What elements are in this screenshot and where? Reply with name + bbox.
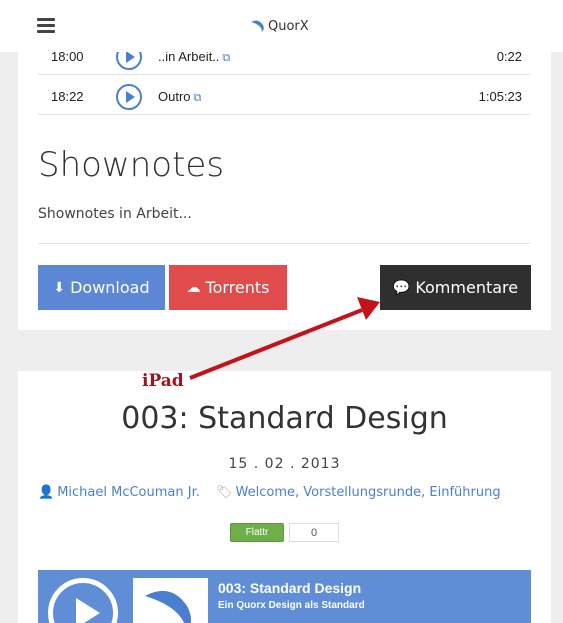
chapter-duration: 1:05:23 (478, 89, 522, 104)
player-title: 003: Standard Design (218, 580, 362, 596)
audio-player: 003: Standard Design Ein Quorx Design al… (38, 570, 531, 623)
user-icon: 👤 (38, 485, 55, 500)
chapter-title[interactable]: Outro ⧉ (158, 89, 201, 105)
torrents-button[interactable]: ☁ Torrents (169, 265, 287, 310)
episode-meta: 👤 Michael McCouman Jr. 🏷 Welcome, Vorstell… (38, 485, 501, 500)
shownotes-text: Shownotes in Arbeit... (38, 206, 192, 222)
play-icon[interactable] (48, 578, 118, 623)
tags-links[interactable]: Welcome, Vorstellungsrunde, Einführung (236, 485, 501, 500)
quorx-logo-icon (145, 590, 191, 623)
player-subtitle: Ein Quorx Design als Standard (218, 600, 365, 611)
flattr-count: 0 (289, 523, 339, 542)
brand-logo[interactable]: QuorX (250, 15, 309, 37)
flattr-widget: Flattr 0 (230, 523, 339, 542)
download-icon: ⬇ (53, 279, 66, 296)
brand-name: QuorX (268, 18, 309, 34)
episode-cover (133, 578, 208, 623)
download-button[interactable]: ⬇ Download (38, 265, 165, 310)
annotation-label: iPad (142, 371, 184, 391)
episode-title[interactable]: 003: Standard Design (18, 401, 551, 436)
play-chapter-icon[interactable] (116, 84, 142, 110)
divider (38, 243, 531, 244)
flattr-button[interactable]: Flattr (230, 523, 284, 542)
shownotes-heading: Shownotes (38, 145, 225, 185)
hamburger-icon[interactable] (37, 18, 55, 33)
top-navbar: QuorX (0, 0, 563, 52)
episode-card: 003: Standard Design 15 . 02 . 2013 👤 Mic… (18, 371, 551, 623)
comment-icon: 💬 (392, 279, 411, 296)
author-link[interactable]: Michael McCouman Jr. (57, 485, 200, 500)
external-link-icon: ⧉ (222, 52, 231, 64)
tags-icon: 🏷 (216, 485, 233, 500)
episode-date: 15 . 02 . 2013 (228, 456, 341, 472)
external-link-icon: ⧉ (193, 92, 202, 104)
cloud-download-icon: ☁ (186, 279, 201, 296)
comments-button[interactable]: 💬 Kommentare (380, 265, 531, 310)
chapter-time: 18:22 (51, 89, 84, 104)
chapter-row: 18:22 Outro ⧉ 1:05:23 (38, 80, 531, 115)
quorx-logo-icon (251, 20, 264, 32)
